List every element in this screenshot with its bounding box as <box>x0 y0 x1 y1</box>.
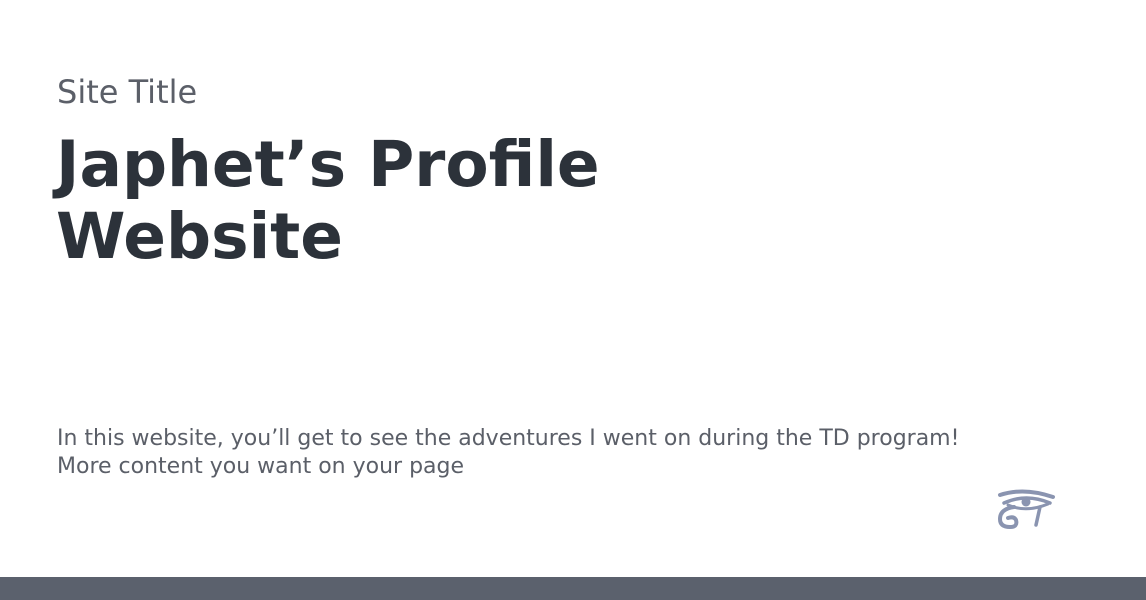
page-title: Japhet’s Profile Website <box>56 128 600 273</box>
page: Site Title Japhet’s Profile Website In t… <box>0 0 1146 600</box>
intro-line-1: In this website, you’ll get to see the a… <box>57 426 960 451</box>
site-title: Site Title <box>57 73 198 111</box>
footer-bar <box>0 577 1146 600</box>
eye-of-horus-icon <box>998 489 1055 529</box>
intro-line-2: More content you want on your page <box>57 454 465 479</box>
intro-text: In this website, you’ll get to see the a… <box>57 425 959 481</box>
